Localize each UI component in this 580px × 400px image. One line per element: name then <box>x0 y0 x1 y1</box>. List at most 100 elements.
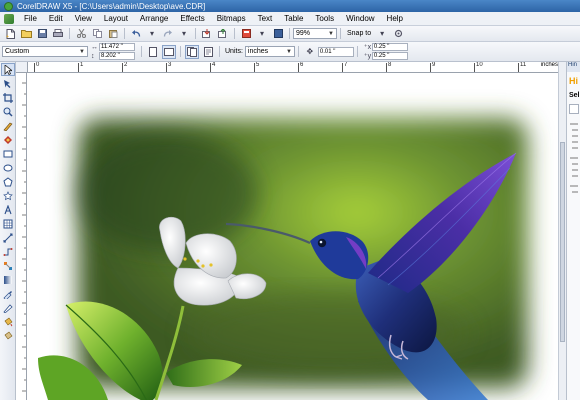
menu-tools[interactable]: Tools <box>309 14 340 23</box>
hints-docker: Hin Hi Sel <box>566 62 580 400</box>
dimension-tool-icon[interactable] <box>1 231 15 244</box>
rectangle-tool-icon[interactable] <box>1 147 15 160</box>
toolbar-separator <box>195 28 196 39</box>
nudge-distance-field[interactable]: 0.01 " <box>317 46 354 57</box>
duplicate-y-icon: ⁺y <box>363 53 372 60</box>
application-launcher-icon[interactable] <box>239 28 253 40</box>
toolbar-separator <box>219 46 220 57</box>
window-title: CorelDRAW X5 - [C:\Users\admin\Desktop\a… <box>17 1 206 11</box>
redo-dropdown-icon[interactable]: ▾ <box>177 28 191 40</box>
horizontal-ruler[interactable]: 0 1 2 3 4 5 6 7 8 9 10 11 inches <box>28 62 560 73</box>
duplicate-y-field[interactable]: 0.25 " <box>371 52 408 60</box>
coreldraw-app-icon <box>4 1 13 11</box>
bird-eye <box>317 238 327 248</box>
toolbar-separator <box>289 28 290 39</box>
chevron-down-icon: ▼ <box>328 30 334 37</box>
zoom-tool-icon[interactable] <box>1 105 15 118</box>
snap-to-menu[interactable]: Snap to <box>344 30 374 37</box>
hints-text-lines <box>570 123 578 193</box>
menu-bitmaps[interactable]: Bitmaps <box>211 14 252 23</box>
save-icon[interactable] <box>35 28 49 40</box>
vertical-scrollbar[interactable] <box>558 62 566 400</box>
menu-layout[interactable]: Layout <box>98 14 134 23</box>
polygon-tool-icon[interactable] <box>1 175 15 188</box>
title-bar: CorelDRAW X5 - [C:\Users\admin\Desktop\a… <box>0 0 580 12</box>
ruler-origin[interactable] <box>16 62 28 73</box>
menu-effects[interactable]: Effects <box>174 14 210 23</box>
pick-tool-icon[interactable] <box>1 63 15 76</box>
undo-dropdown-icon[interactable]: ▾ <box>145 28 159 40</box>
open-folder-icon[interactable] <box>19 28 33 40</box>
page-size-preset-combo[interactable]: Custom ▼ <box>2 46 88 57</box>
copy-icon[interactable] <box>90 28 104 40</box>
table-tool-icon[interactable] <box>1 217 15 230</box>
duplicate-x-field[interactable]: 0.25 " <box>371 43 408 51</box>
options-icon[interactable] <box>391 28 405 40</box>
toolbar-separator <box>180 46 181 57</box>
menu-bar: File Edit View Layout Arrange Effects Bi… <box>0 12 580 26</box>
import-icon[interactable] <box>200 28 214 40</box>
menu-window[interactable]: Window <box>340 14 380 23</box>
print-icon[interactable] <box>51 28 65 40</box>
new-document-icon[interactable]: + <box>3 28 17 40</box>
hints-title: Hi <box>569 76 578 86</box>
blend-tool-icon[interactable] <box>1 259 15 272</box>
welcome-screen-icon[interactable] <box>271 28 285 40</box>
ruler-units-label: inches <box>540 62 558 68</box>
text-tool-icon[interactable] <box>1 203 15 216</box>
menu-text[interactable]: Text <box>252 14 279 23</box>
toolbar-separator <box>69 28 70 39</box>
ellipse-tool-icon[interactable] <box>1 161 15 174</box>
page-size-preset-value: Custom <box>5 48 30 55</box>
launcher-dropdown-icon[interactable]: ▾ <box>255 28 269 40</box>
page-height-field[interactable]: 8.202 " <box>99 52 135 60</box>
fill-tool-icon[interactable] <box>1 315 15 328</box>
basic-shapes-tool-icon[interactable] <box>1 189 15 202</box>
menu-file[interactable]: File <box>18 14 43 23</box>
current-page-button[interactable] <box>201 45 215 59</box>
snap-to-dropdown-icon[interactable]: ▾ <box>375 28 389 40</box>
hints-docker-tab[interactable]: Hin <box>567 62 580 72</box>
width-icon: ↔ <box>91 43 98 51</box>
drawing-canvas[interactable] <box>28 73 558 400</box>
property-bar: Custom ▼ ↔ 11.472 " ↕ 8.202 " Units: inc… <box>0 42 580 62</box>
vertical-ruler[interactable] <box>16 73 27 400</box>
landscape-orientation-button[interactable] <box>162 44 176 59</box>
transparency-tool-icon[interactable] <box>1 273 15 286</box>
menu-arrange[interactable]: Arrange <box>134 14 174 23</box>
toolbox <box>0 62 16 400</box>
eyedropper-tool-icon[interactable] <box>1 287 15 300</box>
shape-tool-icon[interactable] <box>1 77 15 90</box>
export-icon[interactable] <box>216 28 230 40</box>
cut-icon[interactable] <box>74 28 88 40</box>
all-pages-button[interactable] <box>185 44 199 59</box>
menu-edit[interactable]: Edit <box>43 14 69 23</box>
crop-tool-icon[interactable] <box>1 91 15 104</box>
page-width-field[interactable]: 11.472 " <box>99 43 135 51</box>
hints-tool-icon <box>569 104 579 114</box>
outline-tool-icon[interactable] <box>1 301 15 314</box>
nudge-icon: ✥ <box>306 47 314 56</box>
interactive-fill-tool-icon[interactable] <box>1 329 15 342</box>
chevron-down-icon: ▼ <box>285 48 292 55</box>
page-dimensions: ↔ 11.472 " ↕ 8.202 " <box>91 43 135 61</box>
scrollbar-thumb[interactable] <box>560 142 565 342</box>
duplicate-distance: ⁺x 0.25 " ⁺y 0.25 " <box>364 43 408 61</box>
chevron-down-icon: ▼ <box>79 48 85 55</box>
svg-text:+: + <box>6 34 9 39</box>
document-menu-icon[interactable] <box>4 13 14 24</box>
menu-view[interactable]: View <box>69 14 98 23</box>
paste-icon[interactable] <box>106 28 120 40</box>
portrait-orientation-button[interactable] <box>146 45 160 59</box>
undo-icon[interactable] <box>129 28 143 40</box>
toolbar-separator <box>340 28 341 39</box>
zoom-level-combo[interactable]: 99% ▼ <box>293 28 337 39</box>
units-combo[interactable]: inches ▼ <box>244 46 295 57</box>
redo-icon[interactable] <box>161 28 175 40</box>
artwork-illustration[interactable] <box>28 73 558 400</box>
menu-table[interactable]: Table <box>278 14 309 23</box>
menu-help[interactable]: Help <box>381 14 409 23</box>
freehand-tool-icon[interactable] <box>1 119 15 132</box>
connector-tool-icon[interactable] <box>1 245 15 258</box>
smart-fill-tool-icon[interactable] <box>1 133 15 146</box>
